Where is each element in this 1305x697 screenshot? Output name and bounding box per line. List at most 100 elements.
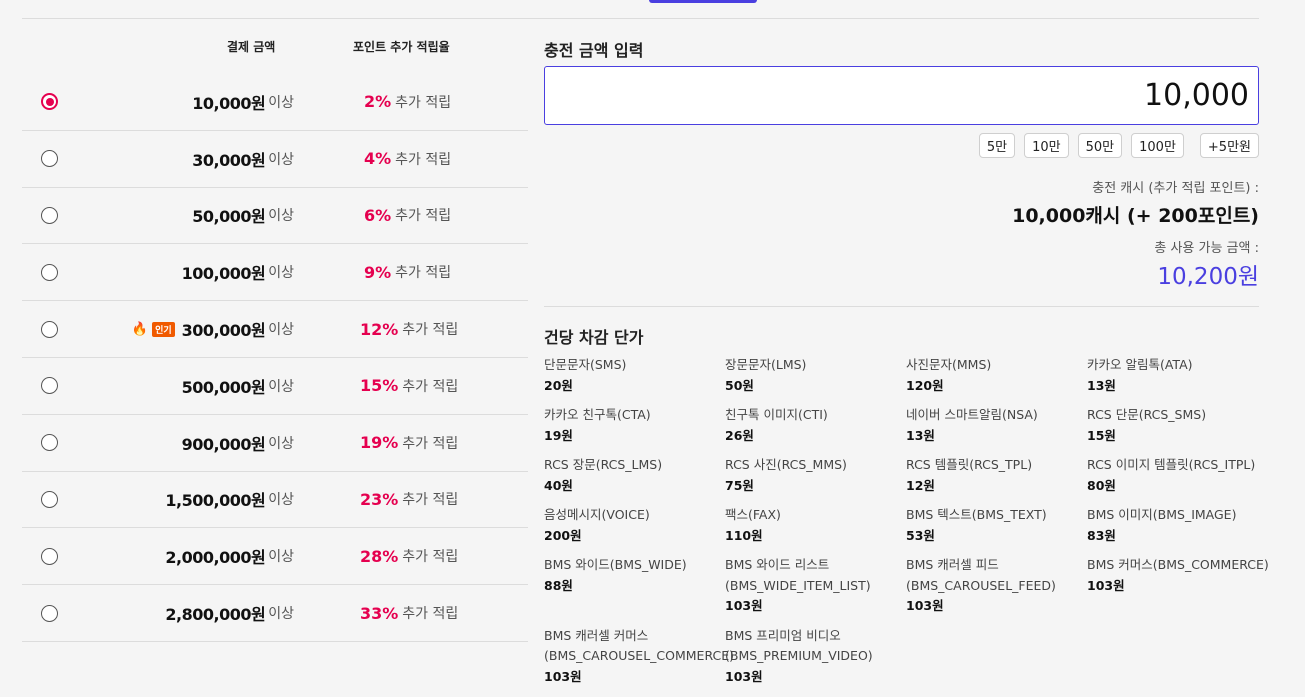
table-row[interactable]: 1,500,000원 이상 23% 추가 적립 bbox=[22, 472, 528, 529]
price-item: BMS 텍스트(BMS_TEXT) 53원 bbox=[906, 505, 1087, 546]
amount-cell: 100,000원 이상 bbox=[182, 260, 294, 284]
price-item-value: 13원 bbox=[1087, 377, 1116, 393]
price-item: 네이버 스마트알림(NSA) 13원 bbox=[906, 405, 1087, 446]
rate-value: 6% bbox=[364, 205, 392, 225]
amount-value: 50,000원 bbox=[192, 207, 266, 227]
amount-suffix: 이상 bbox=[268, 151, 294, 168]
table-row[interactable]: 500,000원 이상 15% 추가 적립 bbox=[22, 358, 528, 415]
price-item-name: 음성메시지(VOICE) bbox=[544, 507, 650, 522]
price-item-name: RCS 단문(RCS_SMS) bbox=[1087, 407, 1207, 422]
table-row[interactable]: 2,800,000원 이상 33% 추가 적립 bbox=[22, 585, 528, 642]
amount-cell: 2,000,000원 이상 bbox=[165, 544, 294, 568]
radio-button[interactable] bbox=[41, 206, 58, 224]
price-item-value: 83원 bbox=[1087, 527, 1116, 543]
price-item-value: 12원 bbox=[906, 477, 935, 493]
price-item-value: 200원 bbox=[544, 527, 582, 543]
radio-button[interactable] bbox=[41, 150, 58, 168]
price-item-name: RCS 템플릿(RCS_TPL) bbox=[906, 457, 1033, 472]
price-item-value: 110원 bbox=[725, 527, 763, 543]
table-row[interactable]: 2,000,000원 이상 28% 추가 적립 bbox=[22, 528, 528, 586]
price-item: BMS 와이드(BMS_WIDE) 88원 bbox=[544, 555, 725, 617]
radio-button[interactable] bbox=[41, 547, 58, 565]
table-row[interactable]: 30,000원 이상 4% 추가 적립 bbox=[22, 131, 528, 188]
rate-suffix: 추가 적립 bbox=[402, 435, 459, 452]
amount-suffix: 이상 bbox=[268, 378, 294, 395]
chip-50k-button[interactable]: 5만 bbox=[978, 133, 1016, 158]
price-item: BMS 이미지(BMS_IMAGE) 83원 bbox=[1087, 505, 1268, 546]
radio-button[interactable] bbox=[41, 377, 58, 395]
rate-value: 4% bbox=[364, 149, 392, 169]
price-item: RCS 사진(RCS_MMS) 75원 bbox=[725, 455, 906, 496]
amount-value: 100,000원 bbox=[181, 264, 266, 284]
amount-cell: 500,000원 이상 bbox=[182, 374, 294, 398]
amount-value: 900,000원 bbox=[181, 434, 266, 454]
quick-amount-buttons: 5만 10만 50만 100만 +5만원 bbox=[978, 133, 1259, 158]
active-tab-indicator bbox=[649, 0, 757, 3]
rate-suffix: 추가 적립 bbox=[402, 606, 459, 623]
price-grid: 단문문자(SMS) 20원 장문문자(LMS) 50원 사진문자(MMS) 120원 카카오… bbox=[544, 355, 1269, 688]
price-item-value: 20원 bbox=[544, 377, 573, 393]
price-item: 장문문자(LMS) 50원 bbox=[725, 355, 906, 396]
table-row[interactable]: 10,000원 이상 2% 추가 적립 bbox=[22, 74, 528, 131]
rate-suffix: 추가 적립 bbox=[402, 322, 459, 339]
price-item-value: 19원 bbox=[544, 427, 573, 443]
cash-label: 충전 캐시 (추가 적립 포인트) : bbox=[1092, 181, 1259, 196]
rate-value: 23% bbox=[360, 489, 399, 509]
price-item: RCS 단문(RCS_SMS) 15원 bbox=[1087, 405, 1268, 446]
rate-cell: 23% 추가 적립 bbox=[360, 489, 458, 509]
chip-100k-button[interactable]: 10만 bbox=[1024, 133, 1069, 158]
radio-button[interactable] bbox=[41, 434, 58, 452]
price-item-name: BMS 프리미엄 비디오 bbox=[725, 627, 841, 643]
price-item-name: 장문문자(LMS) bbox=[725, 357, 807, 372]
rate-value: 19% bbox=[360, 433, 399, 453]
amount-cell: 2,800,000원 이상 bbox=[165, 601, 294, 625]
amount-input[interactable] bbox=[544, 66, 1259, 125]
table-row[interactable]: 50,000원 이상 6% 추가 적립 bbox=[22, 188, 528, 245]
price-item: 사진문자(MMS) 120원 bbox=[906, 355, 1087, 396]
radio-button[interactable] bbox=[41, 604, 58, 622]
add-50k-button[interactable]: +5만원 bbox=[1199, 133, 1259, 158]
rate-value: 2% bbox=[364, 92, 392, 112]
price-item-name: 단문문자(SMS) bbox=[544, 357, 627, 372]
amount-suffix: 이상 bbox=[268, 94, 294, 111]
amount-cell: 900,000원 이상 bbox=[182, 431, 294, 455]
amount-cell: 50,000원 이상 bbox=[192, 203, 294, 227]
header-amount: 결제 금액 bbox=[227, 40, 276, 54]
radio-button[interactable] bbox=[41, 320, 58, 338]
chip-1m-button[interactable]: 100만 bbox=[1131, 133, 1184, 158]
popular-badge: 인기 bbox=[152, 321, 175, 337]
price-item: RCS 장문(RCS_LMS) 40원 bbox=[544, 455, 725, 496]
table-row[interactable]: 100,000원 이상 9% 추가 적립 bbox=[22, 244, 528, 302]
rate-suffix: 추가 적립 bbox=[402, 492, 459, 509]
rate-value: 9% bbox=[364, 262, 392, 282]
price-item-name: RCS 이미지 템플릿(RCS_ITPL) bbox=[1087, 457, 1256, 472]
price-item-value: 103원 bbox=[1087, 577, 1125, 593]
rate-suffix: 추가 적립 bbox=[395, 208, 452, 225]
amount-suffix: 이상 bbox=[268, 606, 294, 623]
radio-button[interactable] bbox=[41, 93, 58, 111]
rate-suffix: 추가 적립 bbox=[395, 151, 452, 168]
amount-suffix: 이상 bbox=[268, 435, 294, 452]
price-item-value: 13원 bbox=[906, 427, 935, 443]
amount-value: 30,000원 bbox=[192, 150, 266, 170]
table-row[interactable]: 900,000원 이상 19% 추가 적립 bbox=[22, 415, 528, 472]
table-row[interactable]: 🔥 인기 300,000원 이상 12% 추가 적립 bbox=[22, 301, 528, 358]
price-item: BMS 프리미엄 비디오 (BMS_PREMIUM_VIDEO) 103원 bbox=[725, 626, 906, 688]
table-rows: 10,000원 이상 2% 추가 적립 30,000원 이상 4% 추가 적립 … bbox=[22, 74, 528, 642]
price-item: BMS 커머스(BMS_COMMERCE) 103원 bbox=[1087, 555, 1269, 617]
chip-500k-button[interactable]: 50만 bbox=[1077, 133, 1123, 158]
rate-cell: 9% 추가 적립 bbox=[364, 262, 451, 282]
charge-title: 충전 금액 입력 bbox=[544, 41, 644, 60]
rate-suffix: 추가 적립 bbox=[402, 378, 459, 395]
price-item: RCS 템플릿(RCS_TPL) 12원 bbox=[906, 455, 1087, 496]
price-item-value: 40원 bbox=[544, 477, 573, 493]
price-item-name: BMS 텍스트(BMS_TEXT) bbox=[906, 507, 1047, 522]
price-item: BMS 와이드 리스트 (BMS_WIDE_ITEM_LIST) 103원 bbox=[725, 555, 906, 617]
price-item: 단문문자(SMS) 20원 bbox=[544, 355, 725, 396]
amount-suffix: 이상 bbox=[268, 492, 294, 509]
rate-cell: 2% 추가 적립 bbox=[364, 92, 451, 112]
radio-button[interactable] bbox=[41, 490, 58, 508]
charge-rate-table: 결제 금액 포인트 추가 적립율 10,000원 이상 2% 추가 적립 30,… bbox=[22, 19, 528, 642]
price-item-value: 80원 bbox=[1087, 477, 1116, 493]
radio-button[interactable] bbox=[41, 263, 58, 281]
